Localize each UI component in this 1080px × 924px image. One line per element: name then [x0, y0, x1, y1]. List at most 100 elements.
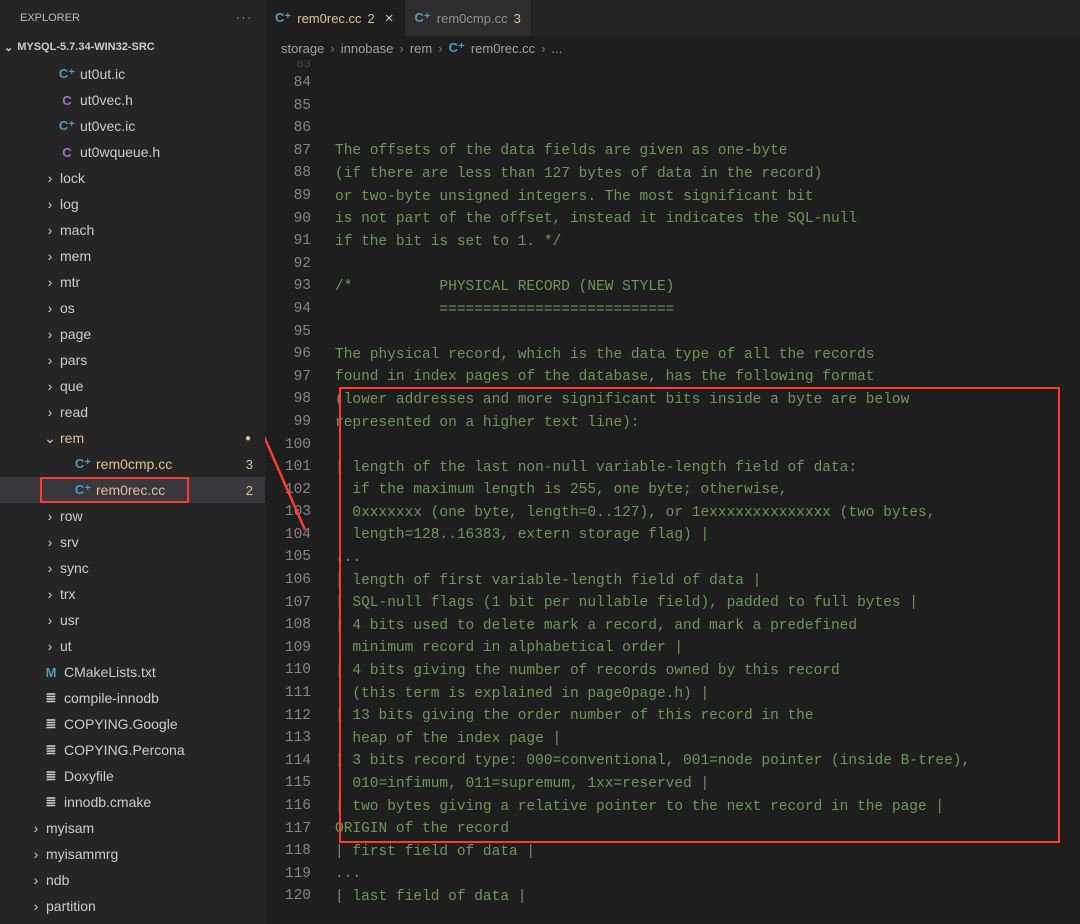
folder-que[interactable]: ›que — [0, 373, 265, 399]
file-rem0rec-cc[interactable]: C⁺rem0rec.cc2 — [0, 477, 265, 503]
code-line[interactable]: | 13 bits giving the order number of thi… — [335, 705, 1080, 728]
code-line[interactable] — [335, 118, 1080, 141]
tab-rem0rec-cc[interactable]: C⁺rem0rec.cc2× — [265, 0, 405, 36]
folder-page[interactable]: ›page — [0, 321, 265, 347]
chevron-right-icon: › — [42, 560, 58, 576]
close-icon[interactable]: × — [385, 10, 394, 27]
folder-partition[interactable]: ›partition — [0, 893, 265, 919]
file-ut0vec-h[interactable]: Cut0vec.h — [0, 87, 265, 113]
folder-mach[interactable]: ›mach — [0, 217, 265, 243]
breadcrumb-segment[interactable]: innobase — [341, 41, 394, 56]
chevron-right-icon: › — [28, 872, 44, 888]
folder-trx[interactable]: ›trx — [0, 581, 265, 607]
folder-os[interactable]: ›os — [0, 295, 265, 321]
tab-bar: C⁺rem0rec.cc2×C⁺rem0cmp.cc3 — [265, 0, 1080, 36]
file-doxyfile[interactable]: ≣Doxyfile — [0, 763, 265, 789]
chevron-right-icon: › — [42, 508, 58, 524]
code-line[interactable] — [335, 321, 1080, 344]
code-line[interactable]: (if there are less than 127 bytes of dat… — [335, 163, 1080, 186]
code-line[interactable]: (lower addresses and more significant bi… — [335, 389, 1080, 412]
tree-item-label: page — [60, 326, 265, 342]
tree-item-label: ut0wqueue.h — [80, 144, 265, 160]
code-line[interactable]: =========================== — [335, 299, 1080, 322]
code-line[interactable]: if the bit is set to 1. */ — [335, 231, 1080, 254]
code-content[interactable]: The offsets of the data fields are given… — [335, 60, 1080, 924]
line-gutter: 8384858687888990919293949596979899100101… — [265, 60, 335, 924]
folder-log[interactable]: ›log — [0, 191, 265, 217]
code-line[interactable]: 0xxxxxxx (one byte, length=0..127), or 1… — [335, 502, 1080, 525]
code-line[interactable]: | length of the last non-null variable-l… — [335, 457, 1080, 480]
folder-ndb[interactable]: ›ndb — [0, 867, 265, 893]
folder-sync[interactable]: ›sync — [0, 555, 265, 581]
file-innodb-cmake[interactable]: ≣innodb.cmake — [0, 789, 265, 815]
code-line[interactable]: heap of the index page | — [335, 728, 1080, 751]
line-number: 106 — [265, 569, 311, 592]
folder-pars[interactable]: ›pars — [0, 347, 265, 373]
file-compile-innodb[interactable]: ≣compile-innodb — [0, 685, 265, 711]
code-line[interactable]: | 3 bits record type: 000=conventional, … — [335, 750, 1080, 773]
code-line[interactable]: ... — [335, 547, 1080, 570]
project-root[interactable]: ⌄ MYSQL-5.7.34-WIN32-SRC — [0, 35, 265, 59]
code-line[interactable]: /* PHYSICAL RECORD (NEW STYLE) — [335, 276, 1080, 299]
file-cmakelists-txt[interactable]: MCMakeLists.txt — [0, 659, 265, 685]
code-line[interactable]: length=128..16383, extern storage flag) … — [335, 524, 1080, 547]
code-line[interactable]: found in index pages of the database, ha… — [335, 366, 1080, 389]
code-line[interactable]: or two-byte unsigned integers. The most … — [335, 186, 1080, 209]
file-icon: C⁺ — [58, 66, 76, 82]
file-ut0vec-ic[interactable]: C⁺ut0vec.ic — [0, 113, 265, 139]
line-number: 116 — [265, 795, 311, 818]
folder-read[interactable]: ›read — [0, 399, 265, 425]
chevron-right-icon: › — [28, 898, 44, 914]
file-copying-google[interactable]: ≣COPYING.Google — [0, 711, 265, 737]
folder-rem[interactable]: ⌄rem● — [0, 425, 265, 451]
breadcrumb-segment[interactable]: storage — [281, 41, 324, 56]
code-line[interactable]: (this term is explained in page0page.h) … — [335, 683, 1080, 706]
editor-area: C⁺rem0rec.cc2×C⁺rem0cmp.cc3 storage›inno… — [265, 0, 1080, 924]
code-line[interactable]: ORIGIN of the record — [335, 818, 1080, 841]
code-line[interactable]: | 4 bits giving the number of records ow… — [335, 660, 1080, 683]
chevron-right-icon: › — [42, 612, 58, 628]
folder-lock[interactable]: ›lock — [0, 165, 265, 191]
code-editor[interactable]: 8384858687888990919293949596979899100101… — [265, 60, 1080, 924]
folder-mem[interactable]: ›mem — [0, 243, 265, 269]
code-line[interactable] — [335, 434, 1080, 457]
code-line[interactable]: is not part of the offset, instead it in… — [335, 208, 1080, 231]
breadcrumb-segment[interactable]: rem0rec.cc — [471, 41, 535, 56]
code-line[interactable] — [335, 253, 1080, 276]
more-actions-icon[interactable]: ··· — [236, 12, 253, 24]
file-icon: C⁺ — [74, 456, 92, 472]
breadcrumb-segment[interactable]: rem — [410, 41, 432, 56]
tab-rem0cmp-cc[interactable]: C⁺rem0cmp.cc3 — [405, 0, 532, 36]
file-rem0cmp-cc[interactable]: C⁺rem0cmp.cc3 — [0, 451, 265, 477]
breadcrumb[interactable]: storage›innobase›rem›C⁺rem0rec.cc›... — [265, 36, 1080, 60]
breadcrumb-segment[interactable]: ... — [551, 41, 562, 56]
file-ut0wqueue-h[interactable]: Cut0wqueue.h — [0, 139, 265, 165]
code-line[interactable]: | SQL-null flags (1 bit per nullable fie… — [335, 592, 1080, 615]
code-line[interactable]: | two bytes giving a relative pointer to… — [335, 796, 1080, 819]
folder-myisam[interactable]: ›myisam — [0, 815, 265, 841]
folder-ut[interactable]: ›ut — [0, 633, 265, 659]
tree-item-label: ut0ut.ic — [80, 66, 265, 82]
code-line[interactable]: if the maximum length is 255, one byte; … — [335, 479, 1080, 502]
folder-row[interactable]: ›row — [0, 503, 265, 529]
code-line[interactable]: | length of first variable-length field … — [335, 570, 1080, 593]
code-line[interactable] — [335, 909, 1080, 924]
line-number: 111 — [265, 682, 311, 705]
code-line[interactable]: minimum record in alphabetical order | — [335, 637, 1080, 660]
file-copying-percona[interactable]: ≣COPYING.Percona — [0, 737, 265, 763]
line-number: 91 — [265, 230, 311, 253]
folder-mtr[interactable]: ›mtr — [0, 269, 265, 295]
code-line[interactable]: | 4 bits used to delete mark a record, a… — [335, 615, 1080, 638]
file-ut0ut-ic[interactable]: C⁺ut0ut.ic — [0, 61, 265, 87]
tree-item-label: partition — [46, 898, 265, 914]
code-line[interactable]: ... — [335, 863, 1080, 886]
folder-usr[interactable]: ›usr — [0, 607, 265, 633]
folder-myisammrg[interactable]: ›myisammrg — [0, 841, 265, 867]
code-line[interactable]: | first field of data | — [335, 841, 1080, 864]
code-line[interactable]: 010=infimum, 011=supremum, 1xx=reserved … — [335, 773, 1080, 796]
folder-srv[interactable]: ›srv — [0, 529, 265, 555]
code-line[interactable]: | last field of data | — [335, 886, 1080, 909]
code-line[interactable]: represented on a higher text line): — [335, 412, 1080, 435]
code-line[interactable]: The physical record, which is the data t… — [335, 344, 1080, 367]
code-line[interactable]: The offsets of the data fields are given… — [335, 140, 1080, 163]
